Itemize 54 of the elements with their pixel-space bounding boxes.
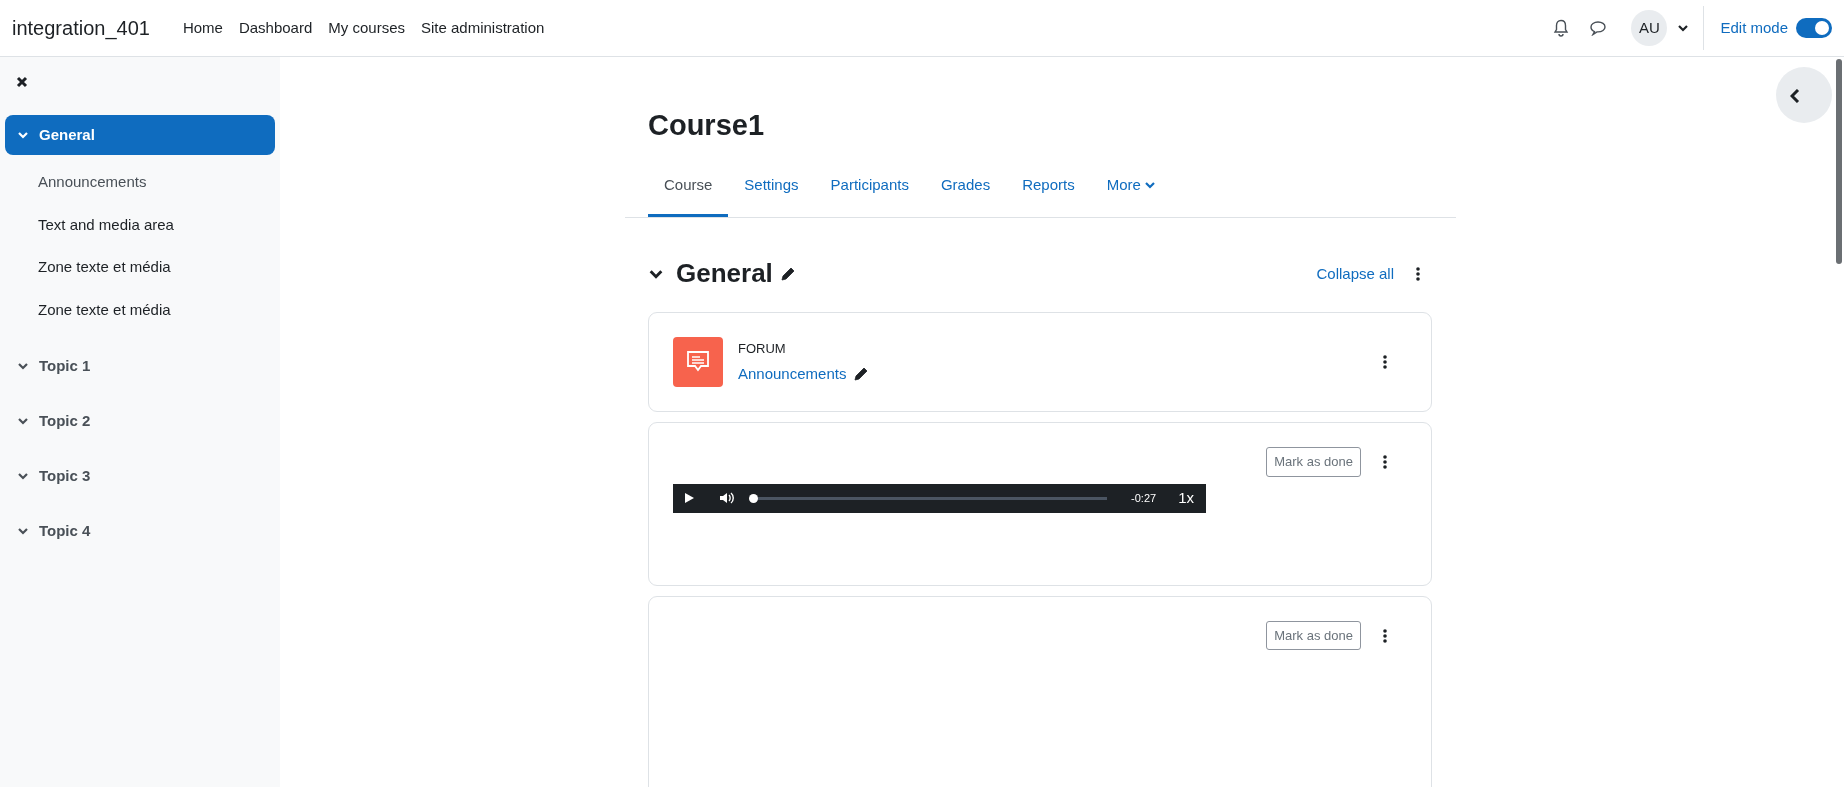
notifications-bell-icon[interactable] xyxy=(1553,19,1570,37)
course-tab[interactable]: More xyxy=(1090,156,1172,218)
time-remaining: -0:27 xyxy=(1131,491,1157,507)
site-name[interactable]: integration_401 xyxy=(12,13,150,43)
course-index-section[interactable]: Topic 2 xyxy=(5,401,275,441)
course-index-section[interactable]: Topic 4 xyxy=(5,511,275,551)
more-options-icon[interactable] xyxy=(1383,455,1387,470)
caret-icon xyxy=(1677,22,1690,34)
course-tab[interactable]: Course xyxy=(648,156,729,218)
course-tab[interactable]: Participants xyxy=(814,156,925,218)
course-index-item[interactable]: Announcements xyxy=(5,161,275,204)
chevron-icon xyxy=(17,360,29,372)
nav-link[interactable]: Dashboard xyxy=(238,16,313,40)
nav-link[interactable]: My courses xyxy=(328,16,405,40)
more-options-icon[interactable] xyxy=(1416,266,1420,281)
pencil-icon[interactable] xyxy=(854,367,869,382)
course-tab[interactable]: Reports xyxy=(1006,156,1091,218)
course-tab[interactable]: Grades xyxy=(924,156,1007,218)
section-title: General xyxy=(676,257,773,291)
nav-link[interactable]: Site administration xyxy=(421,16,545,40)
edit-mode-toggle[interactable] xyxy=(1796,18,1832,38)
more-options-icon[interactable] xyxy=(1383,628,1387,643)
chevron-icon xyxy=(17,415,29,427)
course-index-item[interactable]: Zone texte et média xyxy=(5,246,275,289)
pencil-icon[interactable] xyxy=(780,266,795,281)
playback-speed[interactable]: 1x xyxy=(1178,487,1194,510)
course-tab[interactable]: Settings xyxy=(728,156,815,218)
edit-mode-label: Edit mode xyxy=(1720,17,1788,38)
chevron-left-icon xyxy=(1790,88,1800,103)
collapse-all-link[interactable]: Collapse all xyxy=(1316,262,1394,286)
activity-type: FORUM xyxy=(738,340,787,359)
course-index-section[interactable]: Topic 1 xyxy=(5,346,275,386)
course-index-section[interactable]: General xyxy=(5,115,275,155)
course-index-item[interactable]: Zone texte et média xyxy=(5,288,275,331)
chevron-icon xyxy=(17,470,29,482)
nav-link[interactable]: Home xyxy=(182,16,223,40)
scrollbar[interactable] xyxy=(1836,59,1842,264)
course-index-item[interactable]: Text and media area xyxy=(5,203,275,246)
volume-icon[interactable] xyxy=(719,491,735,506)
activity-link[interactable]: Announcements xyxy=(738,362,847,386)
user-avatar[interactable]: AU xyxy=(1631,10,1668,46)
drawer-toggle-button[interactable] xyxy=(1776,67,1832,123)
more-options-icon[interactable] xyxy=(1383,355,1387,370)
play-icon[interactable] xyxy=(683,492,695,505)
mark-as-done-button[interactable]: Mark as done xyxy=(1266,447,1361,477)
course-index-section[interactable]: Topic 3 xyxy=(5,456,275,496)
progress-handle[interactable] xyxy=(749,493,758,503)
messages-chat-icon[interactable] xyxy=(1589,20,1608,36)
mark-as-done-button[interactable]: Mark as done xyxy=(1266,620,1361,651)
forum-icon xyxy=(673,337,723,388)
chevron-icon xyxy=(17,525,29,537)
course-title: Course1 xyxy=(648,108,766,143)
chevron-icon xyxy=(17,129,29,141)
close-icon[interactable] xyxy=(16,76,28,88)
